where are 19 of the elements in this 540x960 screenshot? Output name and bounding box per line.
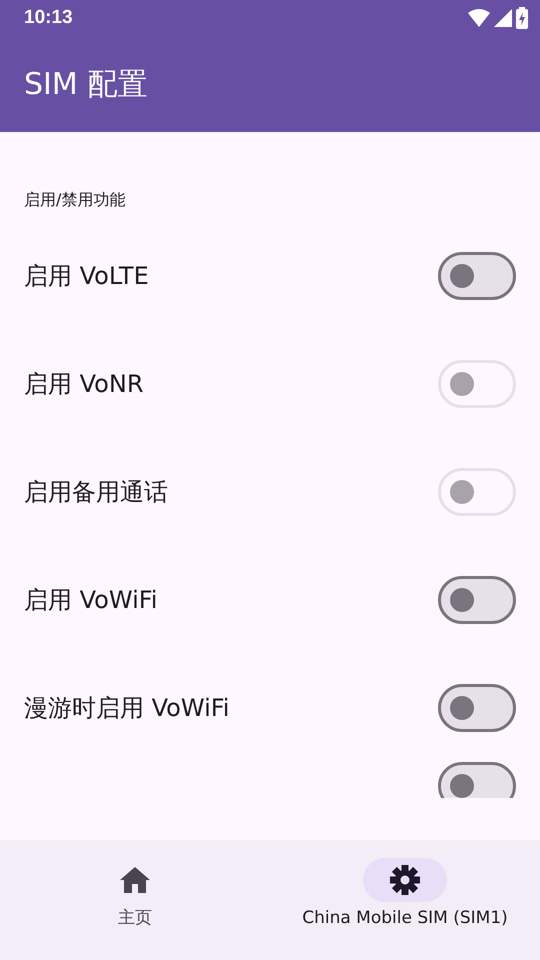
toggle-switch[interactable] [438,576,516,624]
toggle-switch[interactable] [438,762,516,798]
section-header: 启用/禁用功能 [23,189,126,211]
toggle-switch[interactable] [438,252,516,300]
home-icon [120,867,150,893]
setting-label: 启用备用通话 [24,477,168,508]
signal-icon [494,9,512,27]
setting-label: 启用 VoWiFi [24,585,158,616]
nav-tab[interactable]: 主页 [0,840,270,960]
wifi-icon [468,9,490,27]
toggle-switch[interactable] [438,684,516,732]
setting-label: 启用 VoLTE [24,261,149,292]
settings-icon [390,865,420,895]
battery-icon [516,7,528,29]
setting-label: 启用 VoNR [24,369,144,400]
setting-label: 漫游时启用 VoWiFi [24,693,230,724]
app-title: SIM 配置 [24,66,148,104]
status-time: 10:13 [24,6,73,30]
nav-tab[interactable]: China Mobile SIM (SIM1) [270,840,540,960]
